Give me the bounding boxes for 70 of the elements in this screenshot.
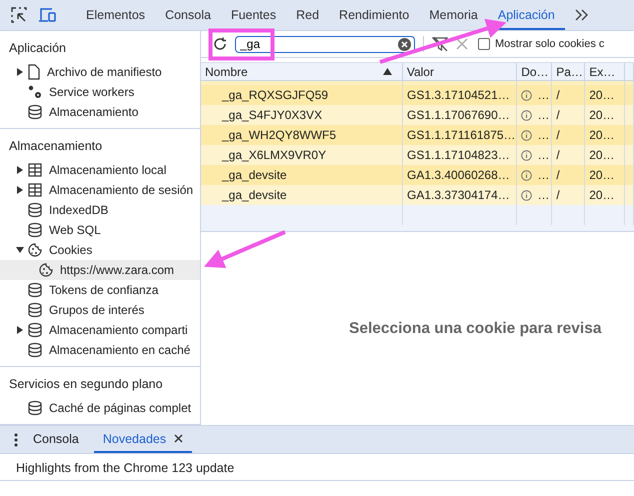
panel-tab[interactable]: Aplicación <box>488 0 565 30</box>
sidebar-item[interactable]: Caché de páginas complet <box>0 398 200 418</box>
info-icon <box>521 90 532 100</box>
sidebar-item[interactable]: Almacenamiento local <box>0 160 200 180</box>
clear-filter-icon[interactable] <box>432 37 448 51</box>
close-icon[interactable] <box>174 434 184 443</box>
sidebar-item[interactable]: Archivo de manifiesto <box>0 62 200 82</box>
panel-tab[interactable]: Memoria <box>419 0 488 30</box>
info-icon <box>521 110 532 120</box>
database-icon <box>27 202 43 218</box>
collapsed-arrow-icon[interactable] <box>16 166 24 174</box>
table-cell: GA1.3.37304174… <box>403 185 518 205</box>
cookie-icon <box>27 242 43 258</box>
database-icon <box>27 282 43 298</box>
table-cell: 20… <box>585 185 626 205</box>
sidebar-item[interactable]: IndexedDB <box>0 200 200 220</box>
database-icon <box>27 342 43 358</box>
more-tabs-icon[interactable] <box>574 9 589 21</box>
sidebar-item[interactable]: https://www.zara.com <box>0 260 200 280</box>
expanded-arrow-icon[interactable] <box>16 246 24 254</box>
info-icon <box>521 170 532 180</box>
panel-tab[interactable]: Fuentes <box>220 0 286 30</box>
inspect-icon[interactable] <box>10 6 28 24</box>
table-cell: / <box>552 185 586 205</box>
info-icon <box>521 130 532 140</box>
gears-icon <box>27 84 43 100</box>
collapsed-arrow-icon[interactable] <box>16 326 24 334</box>
more-options-icon[interactable] <box>14 432 18 446</box>
cookie-icon <box>38 262 54 278</box>
sidebar-item[interactable]: Almacenamiento <box>0 102 200 122</box>
sidebar-item[interactable]: Service workers <box>0 82 200 102</box>
table-cell: _ga_devsite <box>201 185 404 205</box>
sidebar-item[interactable]: Cookies <box>0 240 200 260</box>
sidebar-item[interactable]: Grupos de interés <box>0 300 200 320</box>
table-icon <box>27 182 43 198</box>
panel-tab[interactable]: Rendimiento <box>329 0 420 30</box>
checkbox[interactable] <box>478 38 490 50</box>
panel-tab[interactable]: Consola <box>155 0 221 30</box>
search-field[interactable]: _ga <box>235 36 415 52</box>
section-heading: Almacenamiento <box>8 138 104 155</box>
drawer-tab[interactable]: Novedades <box>94 426 192 453</box>
sidebar-item[interactable]: Almacenamiento en caché <box>0 340 200 360</box>
table-cell: … <box>517 185 552 205</box>
annotation-box <box>208 28 274 60</box>
device-toolbar-icon[interactable] <box>38 6 58 24</box>
database-icon <box>27 104 43 120</box>
refresh-icon[interactable] <box>213 37 227 51</box>
database-icon <box>27 322 43 338</box>
panel-tab[interactable]: Red <box>286 0 330 30</box>
info-icon <box>521 190 532 200</box>
database-icon <box>27 302 43 318</box>
section-heading: Servicios en segundo plano <box>8 376 164 393</box>
table-icon <box>27 162 43 178</box>
clear-icon[interactable] <box>398 38 411 50</box>
sidebar-item[interactable]: Web SQL <box>0 220 200 240</box>
info-icon <box>521 150 532 160</box>
collapsed-arrow-icon[interactable] <box>16 186 24 194</box>
sidebar-item[interactable]: Tokens de confianza <box>0 280 200 300</box>
drawer-content-text: Highlights from the Chrome 123 update <box>15 460 236 477</box>
file-icon <box>27 64 41 80</box>
sidebar-item[interactable]: Almacenamiento comparti <box>0 320 200 340</box>
database-icon <box>27 400 43 416</box>
collapsed-arrow-icon[interactable] <box>16 68 24 76</box>
drawer-tab[interactable]: Consola <box>24 426 88 453</box>
sidebar-item[interactable]: Almacenamiento de sesión <box>0 180 200 200</box>
checkbox-label: Mostrar solo cookies c <box>495 38 604 50</box>
section-heading: Aplicación <box>8 40 67 57</box>
panel-tab[interactable]: Elementos <box>76 0 156 30</box>
database-icon <box>27 222 43 238</box>
empty-state-message: Selecciona una cookie para revisa <box>349 320 602 338</box>
